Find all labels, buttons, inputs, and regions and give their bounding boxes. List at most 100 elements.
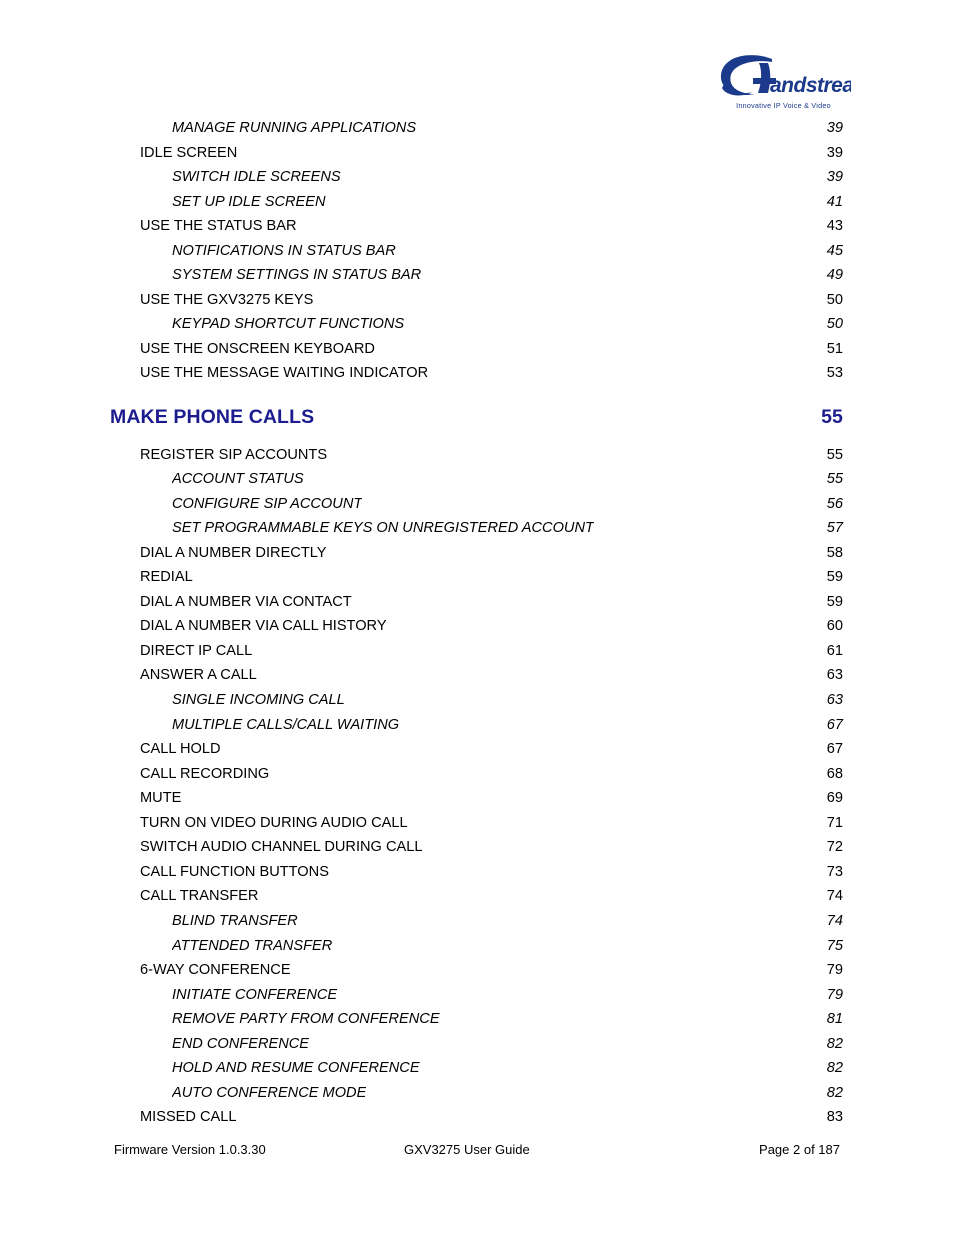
toc-entry-page: 39: [826, 120, 843, 136]
toc-entry-level-1[interactable]: USE THE STATUS BAR 43: [110, 218, 843, 243]
toc-entry-page: 55: [826, 446, 843, 463]
toc-entry-label: INITIATE CONFERENCE: [172, 986, 338, 1003]
toc-entry-label: CALL FUNCTION BUTTONS: [140, 863, 329, 880]
toc-entry-label: USE THE STATUS BAR: [140, 218, 297, 235]
toc-entry-label: DIAL A NUMBER DIRECTLY: [140, 544, 327, 561]
toc-entry-page: 79: [826, 962, 843, 979]
toc-entry-page: 60: [826, 618, 843, 635]
toc-entry-level-1[interactable]: REDIAL 59: [110, 569, 843, 594]
toc-entry-label: CALL TRANSFER: [140, 888, 259, 905]
toc-entry-label: USE THE MESSAGE WAITING INDICATOR: [140, 365, 429, 382]
toc-entry-label: SWITCH AUDIO CHANNEL DURING CALL: [140, 839, 423, 856]
toc-entry-label: END CONFERENCE: [172, 1035, 310, 1052]
toc-entry-level-2[interactable]: INITIATE CONFERENCE 79: [110, 987, 843, 1012]
footer-page-number: Page 2 of 187: [759, 1142, 840, 1157]
toc-entry-level-1[interactable]: CALL HOLD 67: [110, 741, 843, 766]
toc-entry-level-1[interactable]: USE THE ONSCREEN KEYBOARD 51: [110, 341, 843, 366]
toc-entry-page: 49: [826, 267, 843, 284]
page-footer: Firmware Version 1.0.3.30 GXV3275 User G…: [114, 1142, 840, 1157]
toc-entry-level-2[interactable]: SET PROGRAMMABLE KEYS ON UNREGISTERED AC…: [110, 520, 843, 545]
toc-entry-label: REDIAL: [140, 569, 193, 586]
toc-entry-page: 81: [826, 1011, 843, 1028]
toc-entry-level-2[interactable]: AUTO CONFERENCE MODE 82: [110, 1085, 843, 1110]
toc-entry-page: 59: [826, 593, 843, 610]
toc-entry-label: IDLE SCREEN: [140, 144, 238, 161]
toc-entry-label: AUTO CONFERENCE MODE: [172, 1084, 367, 1101]
toc-entry-page: 59: [826, 569, 843, 586]
toc-entry-level-2[interactable]: REMOVE PARTY FROM CONFERENCE 81: [110, 1011, 843, 1036]
toc-entry-level-1[interactable]: REGISTER SIP ACCOUNTS 55: [110, 447, 843, 472]
toc-entry-level-1[interactable]: MUTE 69: [110, 790, 843, 815]
toc-entry-label: CALL HOLD: [140, 741, 221, 758]
toc-entry-level-1[interactable]: USE THE MESSAGE WAITING INDICATOR 53: [110, 365, 843, 390]
toc-entry-label: ANSWER A CALL: [140, 667, 257, 684]
toc-entry-label: BLIND TRANSFER: [172, 912, 298, 929]
toc-entry-level-1[interactable]: ANSWER A CALL 63: [110, 667, 843, 692]
toc-entry-level-1[interactable]: IDLE SCREEN 39: [110, 145, 843, 170]
toc-entry-level-2[interactable]: MULTIPLE CALLS/CALL WAITING 67: [110, 717, 843, 742]
toc-entry-label: SWITCH IDLE SCREENS: [172, 169, 341, 186]
toc-entry-level-1[interactable]: CALL RECORDING 68: [110, 766, 843, 791]
toc-entry-level-1[interactable]: TURN ON VIDEO DURING AUDIO CALL 71: [110, 815, 843, 840]
toc-entry-level-2[interactable]: BLIND TRANSFER 74: [110, 913, 843, 938]
toc-entry-level-2[interactable]: END CONFERENCE 82: [110, 1036, 843, 1061]
toc-entry-page: 56: [826, 495, 843, 512]
grandstream-logo-icon: andstream: [720, 55, 851, 97]
toc-entry-page: 58: [826, 544, 843, 561]
toc-entry-level-2[interactable]: HOLD AND RESUME CONFERENCE 82: [110, 1060, 843, 1085]
toc-entry-page: 68: [826, 765, 843, 782]
chapter-spacer: [110, 431, 843, 447]
toc-entry-level-1[interactable]: DIAL A NUMBER VIA CALL HISTORY 60: [110, 618, 843, 643]
toc-entry-label: KEYPAD SHORTCUT FUNCTIONS: [172, 316, 405, 333]
toc-entry-page: 69: [826, 790, 843, 807]
toc-entry-level-1[interactable]: USE THE GXV3275 KEYS 50: [110, 292, 843, 317]
toc-entry-page: 82: [826, 1060, 843, 1077]
toc-entry-label: SYSTEM SETTINGS IN STATUS BAR: [172, 267, 422, 284]
toc-entry-level-1[interactable]: DIAL A NUMBER DIRECTLY 58: [110, 545, 843, 570]
toc-entry-label: USE THE ONSCREEN KEYBOARD: [140, 340, 375, 357]
toc-entry-level-2[interactable]: SYSTEM SETTINGS IN STATUS BAR 49: [110, 267, 843, 292]
toc-chapter-heading[interactable]: MAKE PHONE CALLS 55: [110, 406, 843, 431]
toc-entry-page: 74: [826, 912, 843, 929]
toc-entry-level-2[interactable]: SWITCH IDLE SCREENS 39: [110, 169, 843, 194]
toc-entry-label: MUTE: [140, 790, 182, 807]
toc-entry-label: DIAL A NUMBER VIA CONTACT: [140, 593, 352, 610]
toc-entry-level-2[interactable]: SINGLE INCOMING CALL 63: [110, 692, 843, 717]
toc-entry-level-2[interactable]: CONFIGURE SIP ACCOUNT 56: [110, 496, 843, 521]
toc-entry-page: 61: [826, 642, 843, 659]
toc-entry-page: 75: [826, 937, 843, 954]
toc-entry-level-1[interactable]: CALL TRANSFER 74: [110, 888, 843, 913]
toc-entry-label: ATTENDED TRANSFER: [172, 937, 333, 954]
svg-text:andstream: andstream: [770, 74, 851, 97]
toc-entry-level-2[interactable]: KEYPAD SHORTCUT FUNCTIONS 50: [110, 316, 843, 341]
toc-entry-page: 72: [826, 839, 843, 856]
toc-entry-level-2[interactable]: SET UP IDLE SCREEN 41: [110, 194, 843, 219]
toc-entry-page: 63: [826, 692, 843, 709]
toc-entry-page: 39: [826, 169, 843, 186]
toc-entry-label: DIAL A NUMBER VIA CALL HISTORY: [140, 618, 387, 635]
toc-entry-page: 55: [826, 471, 843, 488]
toc-entry-page: 67: [826, 741, 843, 758]
toc-entry-label: REGISTER SIP ACCOUNTS: [140, 446, 328, 463]
toc-entry-page: 63: [826, 667, 843, 684]
toc-entry-page: 82: [826, 1084, 843, 1101]
toc-entry-page: 83: [826, 1109, 843, 1126]
toc-entry-level-1[interactable]: CALL FUNCTION BUTTONS 73: [110, 864, 843, 889]
toc-entry-level-2[interactable]: MANAGE RUNNING APPLICATIONS 39: [110, 120, 843, 145]
toc-entry-page: 71: [826, 814, 843, 831]
toc-entry-level-2[interactable]: NOTIFICATIONS IN STATUS BAR 45: [110, 243, 843, 268]
footer-firmware-version: Firmware Version 1.0.3.30: [114, 1142, 266, 1157]
toc-entry-label: MULTIPLE CALLS/CALL WAITING: [172, 716, 400, 733]
toc-entry-level-2[interactable]: ATTENDED TRANSFER 75: [110, 938, 843, 963]
chapter-spacer: [110, 390, 843, 406]
toc-entry-level-1[interactable]: SWITCH AUDIO CHANNEL DURING CALL 72: [110, 839, 843, 864]
toc-entry-level-1[interactable]: MISSED CALL 83: [110, 1109, 843, 1134]
toc-entry-level-2[interactable]: ACCOUNT STATUS 55: [110, 471, 843, 496]
toc-entry-page: 50: [826, 316, 843, 333]
table-of-contents: MANAGE RUNNING APPLICATIONS 39 IDLE SCREEN…: [110, 120, 843, 1134]
toc-entry-page: 57: [826, 520, 843, 537]
toc-chapter-page: 55: [821, 406, 843, 429]
toc-entry-level-1[interactable]: 6-WAY CONFERENCE 79: [110, 962, 843, 987]
toc-entry-level-1[interactable]: DIRECT IP CALL 61: [110, 643, 843, 668]
toc-entry-level-1[interactable]: DIAL A NUMBER VIA CONTACT 59: [110, 594, 843, 619]
